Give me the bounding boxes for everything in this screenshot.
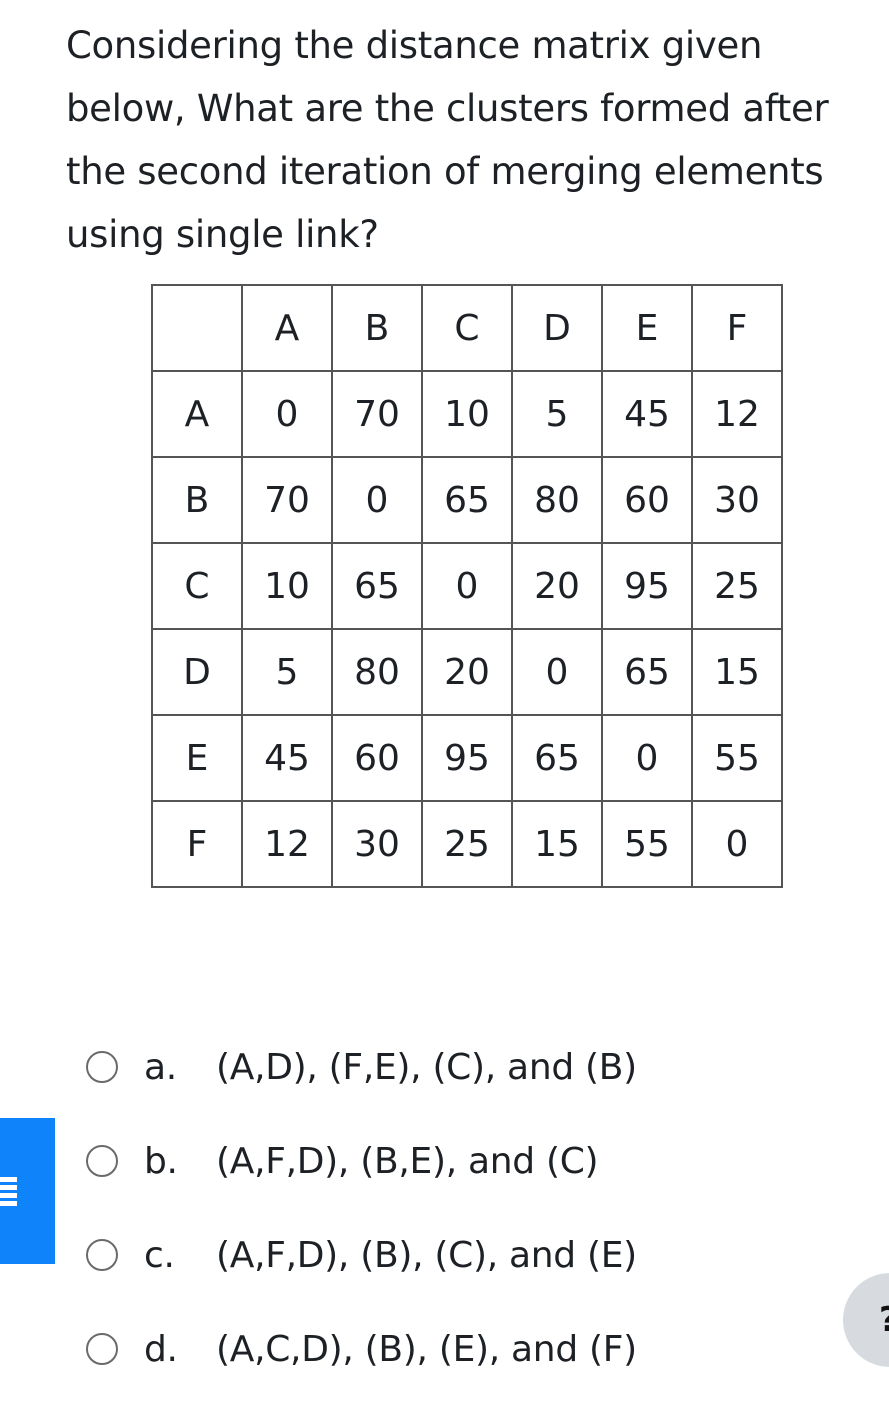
radio-button[interactable]: [86, 1333, 118, 1365]
option-text: (A,F,D), (B), (C), and (E): [216, 1234, 637, 1276]
option-d[interactable]: d. (A,C,D), (B), (E), and (F): [86, 1302, 637, 1396]
radio-button[interactable]: [86, 1239, 118, 1271]
matrix-header-row: ABCDEF: [151, 284, 783, 372]
side-drawer-toggle[interactable]: [0, 1118, 55, 1264]
matrix-cell: 95: [421, 714, 513, 802]
matrix-row: A 0 70 10 5 45 12: [151, 370, 783, 458]
column-header: [151, 284, 243, 372]
row-header: B: [151, 456, 243, 544]
matrix-cell: 0: [241, 370, 333, 458]
column-header: B: [331, 284, 423, 372]
matrix-cell: 30: [691, 456, 783, 544]
matrix-cell: 65: [511, 714, 603, 802]
matrix-cell: 55: [601, 800, 693, 888]
matrix-cell: 20: [511, 542, 603, 630]
matrix-cell: 60: [601, 456, 693, 544]
option-letter: a.: [144, 1046, 177, 1088]
matrix-cell: 25: [421, 800, 513, 888]
matrix-row: C 10 65 0 20 95 25: [151, 542, 783, 630]
option-letter: b.: [144, 1140, 178, 1182]
matrix-cell: 12: [241, 800, 333, 888]
matrix-cell: 5: [511, 370, 603, 458]
matrix-cell: 15: [691, 628, 783, 716]
radio-button[interactable]: [86, 1145, 118, 1177]
column-header: C: [421, 284, 513, 372]
option-text: (A,C,D), (B), (E), and (F): [216, 1328, 637, 1370]
matrix-cell: 80: [511, 456, 603, 544]
matrix-cell: 45: [241, 714, 333, 802]
matrix-cell: 60: [331, 714, 423, 802]
matrix-cell: 25: [691, 542, 783, 630]
row-header: F: [151, 800, 243, 888]
matrix-cell: 20: [421, 628, 513, 716]
row-header: E: [151, 714, 243, 802]
row-header: A: [151, 370, 243, 458]
help-icon: ?: [879, 1300, 889, 1340]
matrix-cell: 0: [691, 800, 783, 888]
question-text: Considering the distance matrix given be…: [66, 24, 829, 256]
menu-icon: [0, 1174, 17, 1209]
matrix-cell: 45: [601, 370, 693, 458]
matrix-cell: 0: [421, 542, 513, 630]
matrix-cell: 70: [331, 370, 423, 458]
matrix-row: B 70 0 65 80 60 30: [151, 456, 783, 544]
matrix-cell: 0: [601, 714, 693, 802]
column-header: E: [601, 284, 693, 372]
matrix-cell: 10: [421, 370, 513, 458]
radio-button[interactable]: [86, 1051, 118, 1083]
matrix-cell: 15: [511, 800, 603, 888]
matrix-cell: 80: [331, 628, 423, 716]
matrix-row: D 5 80 20 0 65 15: [151, 628, 783, 716]
row-header: C: [151, 542, 243, 630]
option-letter: c.: [144, 1234, 175, 1276]
matrix-cell: 65: [421, 456, 513, 544]
matrix-cell: 95: [601, 542, 693, 630]
matrix-cell: 5: [241, 628, 333, 716]
help-button[interactable]: ?: [843, 1273, 889, 1367]
matrix-cell: 70: [241, 456, 333, 544]
matrix-cell: 65: [331, 542, 423, 630]
matrix-cell: 12: [691, 370, 783, 458]
matrix-row: F 12 30 25 15 55 0: [151, 800, 783, 888]
row-header: D: [151, 628, 243, 716]
answer-options: a. (A,D), (F,E), (C), and (B) b. (A,F,D)…: [86, 1020, 637, 1396]
distance-matrix: A B C D E F A 0 70 10 5 45 12 B 70 0 65 80 60 30 C 10 65 0 20 95 2…: [151, 284, 783, 888]
matrix-cell: 10: [241, 542, 333, 630]
matrix-cell: 30: [331, 800, 423, 888]
matrix-cell: 0: [331, 456, 423, 544]
matrix-cell: 65: [601, 628, 693, 716]
matrix-row: E 45 60 95 65 0 55: [151, 714, 783, 802]
column-header: A: [241, 284, 333, 372]
column-header: D: [511, 284, 603, 372]
matrix-cell: 0: [511, 628, 603, 716]
matrix-cell: 55: [691, 714, 783, 802]
column-header: F: [691, 284, 783, 372]
option-b[interactable]: b. (A,F,D), (B,E), and (C): [86, 1114, 637, 1208]
option-c[interactable]: c. (A,F,D), (B), (C), and (E): [86, 1208, 637, 1302]
option-text: (A,D), (F,E), (C), and (B): [216, 1046, 637, 1088]
option-a[interactable]: a. (A,D), (F,E), (C), and (B): [86, 1020, 637, 1114]
option-text: (A,F,D), (B,E), and (C): [216, 1140, 599, 1182]
option-letter: d.: [144, 1328, 178, 1370]
